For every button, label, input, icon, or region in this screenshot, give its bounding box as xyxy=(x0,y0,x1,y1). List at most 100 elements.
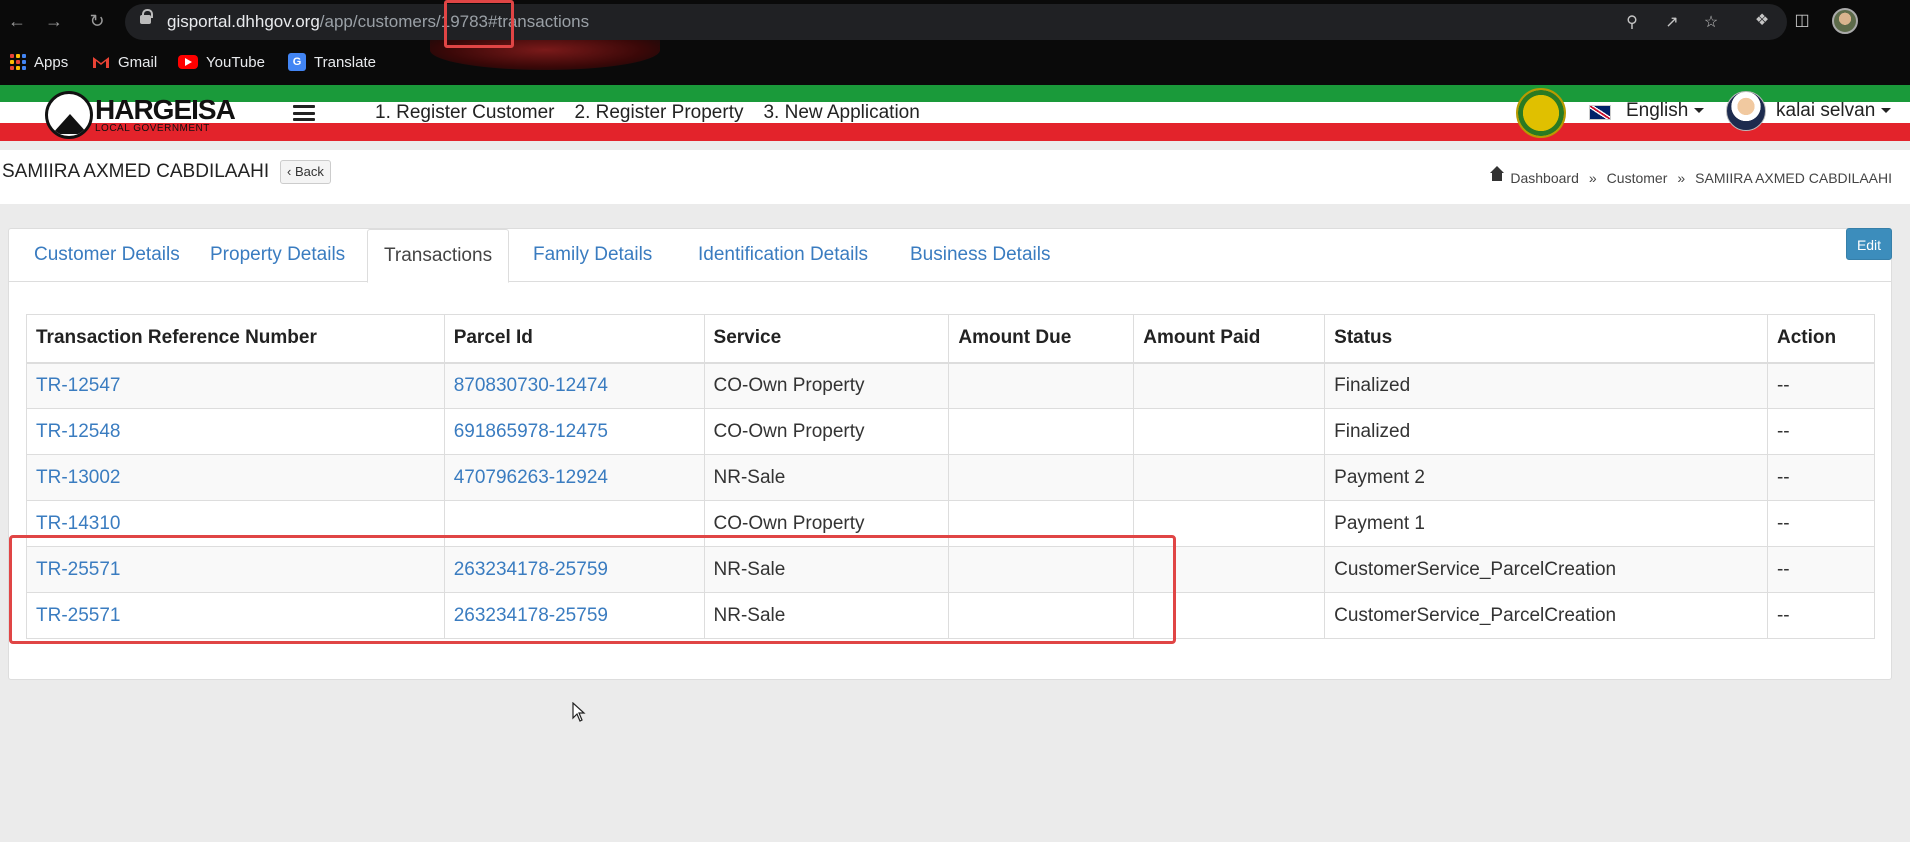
cell-action: -- xyxy=(1766,500,1876,547)
cell-amount-due xyxy=(948,454,1135,501)
government-seal-icon xyxy=(1516,88,1566,138)
url-text[interactable]: gisportal.dhhgov.org/app/customers/19783… xyxy=(167,12,589,32)
caret-down-icon xyxy=(1694,108,1705,114)
parcel-link[interactable]: 263234178-25759 xyxy=(454,605,608,626)
table-header-row: Transaction Reference Number Parcel Id S… xyxy=(26,314,1876,364)
parcel-link[interactable]: 470796263-12924 xyxy=(454,467,608,488)
cell-status: CustomerService_ParcelCreation xyxy=(1324,546,1768,593)
cell-reference: TR-25571 xyxy=(26,546,445,593)
star-icon[interactable]: ☆ xyxy=(1700,12,1722,34)
cell-amount-due xyxy=(948,408,1135,455)
col-header-status[interactable]: Status xyxy=(1324,314,1768,364)
cell-parcel-id: 691865978-12475 xyxy=(443,408,705,455)
language-dropdown[interactable]: English xyxy=(1626,100,1705,122)
parcel-link[interactable]: 870830730-12474 xyxy=(454,375,608,396)
cell-action: -- xyxy=(1766,546,1876,593)
cell-amount-due xyxy=(948,500,1135,547)
breadcrumb-customer[interactable]: Customer xyxy=(1607,170,1668,186)
transaction-link[interactable]: TR-25571 xyxy=(36,559,121,580)
bookmark-label: YouTube xyxy=(206,53,265,71)
share-icon[interactable]: ↗ xyxy=(1661,12,1683,34)
col-header-amount-paid[interactable]: Amount Paid xyxy=(1133,314,1326,364)
bookmark-label: Gmail xyxy=(118,53,158,71)
logo-subtitle: LOCAL GOVERNMENT xyxy=(95,123,210,134)
reload-icon[interactable]: ↻ xyxy=(86,10,108,32)
tab-family-details[interactable]: Family Details xyxy=(517,229,668,283)
edit-button[interactable]: Edit xyxy=(1846,228,1892,260)
forward-arrow-icon[interactable]: → xyxy=(43,10,65,32)
nav-register-property[interactable]: 2. Register Property xyxy=(575,102,744,124)
cell-action: -- xyxy=(1766,362,1876,409)
tab-bar: Customer Details Property Details Transa… xyxy=(9,229,1891,283)
breadcrumb-separator: » xyxy=(1588,170,1597,186)
tab-property-details[interactable]: Property Details xyxy=(194,229,361,283)
table-row: TR-25571 263234178-25759 NR-Sale Custome… xyxy=(26,592,1876,639)
bookmark-apps[interactable]: Apps xyxy=(10,52,68,72)
transaction-link[interactable]: TR-14310 xyxy=(36,513,121,534)
tab-identification-details[interactable]: Identification Details xyxy=(682,229,884,283)
tab-transactions[interactable]: Transactions xyxy=(367,229,510,283)
cell-amount-paid xyxy=(1133,454,1326,501)
transactions-table: Transaction Reference Number Parcel Id S… xyxy=(26,314,1876,639)
breadcrumb-current: SAMIIRA AXMED CABDILAAHI xyxy=(1695,170,1892,186)
translate-icon: G xyxy=(288,53,306,71)
bookmark-label: Translate xyxy=(314,53,376,71)
cell-amount-due xyxy=(948,592,1135,639)
cell-status: Payment 2 xyxy=(1324,454,1768,501)
nav-register-customer[interactable]: 1. Register Customer xyxy=(375,102,555,124)
url-annotation-box xyxy=(444,0,514,48)
bookmark-gmail[interactable]: Gmail xyxy=(92,52,157,72)
bookmark-translate[interactable]: G Translate xyxy=(288,52,376,72)
col-header-parcel-id[interactable]: Parcel Id xyxy=(443,314,705,364)
tab-customer-details[interactable]: Customer Details xyxy=(18,229,196,283)
cell-amount-paid xyxy=(1133,500,1326,547)
gmail-icon xyxy=(93,57,109,68)
user-dropdown[interactable]: kalai selvan xyxy=(1776,100,1892,122)
zoom-icon[interactable]: ⚲ xyxy=(1621,12,1643,34)
content-header: SAMIIRA AXMED CABDILAAHI ‹ Back Dashboar… xyxy=(0,150,1910,204)
app-header: HARGEISA LOCAL GOVERNMENT 1. Register Cu… xyxy=(0,85,1910,141)
col-header-service[interactable]: Service xyxy=(703,314,950,364)
cell-reference: TR-12547 xyxy=(26,362,445,409)
cell-service: NR-Sale xyxy=(703,454,950,501)
back-arrow-icon[interactable]: ← xyxy=(6,10,28,32)
cell-status: Finalized xyxy=(1324,408,1768,455)
extensions-icon[interactable]: ❖ xyxy=(1751,10,1773,32)
cell-amount-due xyxy=(948,546,1135,593)
side-panel-icon[interactable]: ◫ xyxy=(1791,10,1813,32)
transaction-link[interactable]: TR-25571 xyxy=(36,605,121,626)
back-button[interactable]: ‹ Back xyxy=(280,160,331,184)
tab-business-details[interactable]: Business Details xyxy=(894,229,1066,283)
cell-service: CO-Own Property xyxy=(703,408,950,455)
profile-avatar[interactable] xyxy=(1832,8,1858,34)
cell-parcel-id xyxy=(443,500,705,547)
cell-service: CO-Own Property xyxy=(703,500,950,547)
cell-parcel-id: 870830730-12474 xyxy=(443,362,705,409)
cell-parcel-id: 263234178-25759 xyxy=(443,546,705,593)
cell-action: -- xyxy=(1766,592,1876,639)
bookmark-label: Apps xyxy=(34,53,69,71)
page-title: SAMIIRA AXMED CABDILAAHI xyxy=(2,161,270,182)
transaction-link[interactable]: TR-12547 xyxy=(36,375,121,396)
lock-icon xyxy=(140,9,153,24)
col-header-action[interactable]: Action xyxy=(1766,314,1876,364)
menu-toggle-icon[interactable] xyxy=(293,105,315,121)
cell-action: -- xyxy=(1766,454,1876,501)
youtube-icon xyxy=(178,55,198,69)
hargeisa-logo[interactable]: HARGEISA LOCAL GOVERNMENT xyxy=(45,91,236,139)
bookmark-youtube[interactable]: YouTube xyxy=(178,52,265,72)
transaction-link[interactable]: TR-12548 xyxy=(36,421,121,442)
cell-status: CustomerService_ParcelCreation xyxy=(1324,592,1768,639)
col-header-amount-due[interactable]: Amount Due xyxy=(948,314,1135,364)
address-bar[interactable]: gisportal.dhhgov.org/app/customers/19783… xyxy=(125,4,1787,40)
parcel-link[interactable]: 691865978-12475 xyxy=(454,421,608,442)
breadcrumb-dashboard[interactable]: Dashboard xyxy=(1510,170,1579,186)
transaction-link[interactable]: TR-13002 xyxy=(36,467,121,488)
parcel-link[interactable]: 263234178-25759 xyxy=(454,559,608,580)
nav-new-application[interactable]: 3. New Application xyxy=(763,102,919,124)
cell-amount-paid xyxy=(1133,408,1326,455)
logo-emblem-icon xyxy=(45,91,93,139)
col-header-reference[interactable]: Transaction Reference Number xyxy=(26,314,445,364)
breadcrumb: Dashboard » Customer » SAMIIRA AXMED CAB… xyxy=(1490,166,1892,186)
user-avatar[interactable] xyxy=(1726,91,1766,131)
